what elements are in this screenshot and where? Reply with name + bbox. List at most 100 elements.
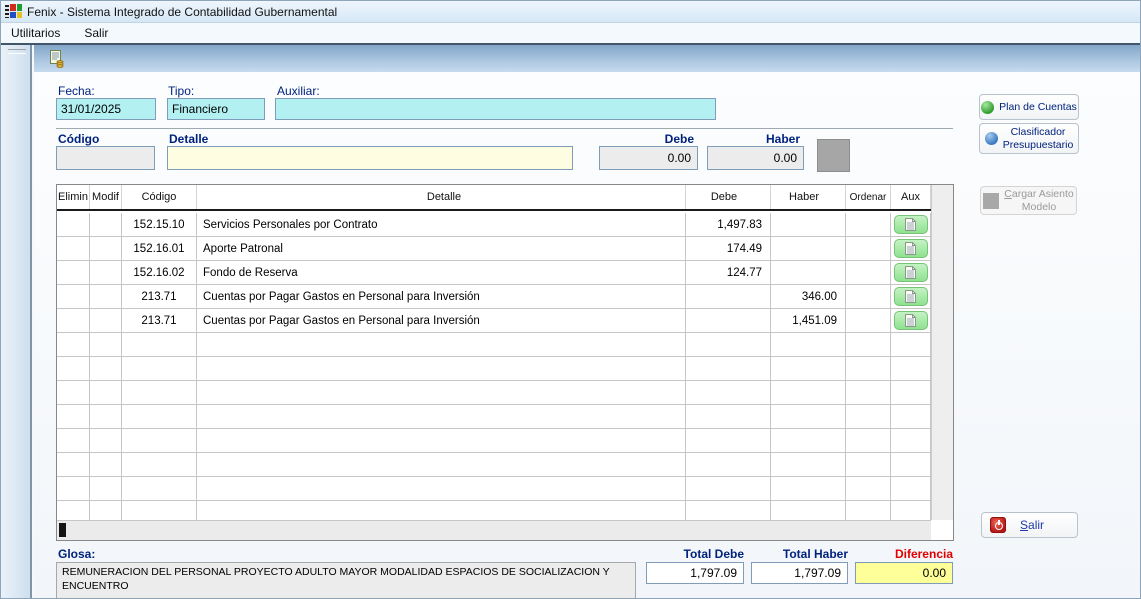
grid-header-ordenar[interactable]: Ordenar bbox=[846, 185, 891, 209]
aux-button[interactable] bbox=[894, 263, 928, 282]
cell-codigo: 152.16.01 bbox=[122, 237, 197, 260]
cell-modif bbox=[90, 477, 122, 500]
table-row[interactable]: 213.71Cuentas por Pagar Gastos en Person… bbox=[57, 285, 931, 309]
cell-modif bbox=[90, 429, 122, 452]
blank-action-button[interactable] bbox=[817, 139, 850, 172]
total-debe-field: 1,797.09 bbox=[646, 562, 744, 584]
table-row[interactable]: 152.16.01Aporte Patronal174.49 bbox=[57, 237, 931, 261]
vertical-scrollbar[interactable] bbox=[931, 185, 953, 520]
cell-haber bbox=[771, 405, 846, 428]
cell-haber bbox=[771, 261, 846, 284]
cell-modif bbox=[90, 501, 122, 520]
grid-header-modif[interactable]: Modif bbox=[90, 185, 122, 209]
auxiliar-input[interactable] bbox=[275, 98, 716, 120]
tipo-input[interactable]: Financiero bbox=[167, 98, 265, 120]
cell-modif bbox=[90, 213, 122, 236]
plan-de-cuentas-button[interactable]: Plan de Cuentas bbox=[979, 94, 1079, 120]
cell-haber bbox=[771, 333, 846, 356]
cell-detalle bbox=[197, 477, 686, 500]
new-document-button[interactable] bbox=[45, 48, 69, 69]
cell-codigo: 152.16.02 bbox=[122, 261, 197, 284]
table-row[interactable]: 152.15.10Servicios Personales por Contra… bbox=[57, 213, 931, 237]
grid-header-código[interactable]: Código bbox=[122, 185, 197, 209]
cell-modif bbox=[90, 261, 122, 284]
cell-debe: 174.49 bbox=[686, 237, 771, 260]
detalle-input[interactable] bbox=[167, 146, 573, 170]
cell-haber bbox=[771, 213, 846, 236]
cell-detalle bbox=[197, 405, 686, 428]
cell-elimin bbox=[57, 405, 90, 428]
green-sphere-icon bbox=[981, 101, 994, 114]
cell-debe bbox=[686, 285, 771, 308]
scrollbar-thumb[interactable] bbox=[59, 523, 66, 537]
diferencia-field: 0.00 bbox=[855, 562, 953, 584]
cell-elimin bbox=[57, 381, 90, 404]
horizontal-scrollbar[interactable] bbox=[57, 520, 931, 540]
haber-input[interactable]: 0.00 bbox=[707, 146, 804, 170]
grid-header-debe[interactable]: Debe bbox=[686, 185, 771, 209]
debe-label: Debe bbox=[599, 132, 694, 146]
clasificador-presupuestario-button[interactable]: Clasificador Presupuestario bbox=[979, 123, 1079, 154]
table-row bbox=[57, 333, 931, 357]
cell-ordenar bbox=[846, 501, 891, 520]
aux-button[interactable] bbox=[894, 287, 928, 306]
grid-header-aux[interactable]: Aux bbox=[891, 185, 931, 209]
cell-detalle: Aporte Patronal bbox=[197, 237, 686, 260]
tipo-label: Tipo: bbox=[168, 84, 194, 98]
fecha-input[interactable]: 31/01/2025 bbox=[56, 98, 156, 120]
glosa-textarea[interactable]: REMUNERACION DEL PERSONAL PROYECTO ADULT… bbox=[56, 562, 636, 599]
aux-document-icon bbox=[904, 313, 917, 328]
aux-button[interactable] bbox=[894, 311, 928, 330]
cell-aux bbox=[891, 333, 931, 356]
cell-codigo bbox=[122, 477, 197, 500]
cell-aux bbox=[891, 453, 931, 476]
aux-document-icon bbox=[904, 265, 917, 280]
cell-codigo bbox=[122, 333, 197, 356]
cell-aux bbox=[891, 261, 931, 284]
cell-elimin bbox=[57, 213, 90, 236]
grid-header-elimin[interactable]: Elimin bbox=[57, 185, 90, 209]
table-row[interactable]: 152.16.02Fondo de Reserva124.77 bbox=[57, 261, 931, 285]
haber-label: Haber bbox=[707, 132, 800, 146]
menu-salir[interactable]: Salir bbox=[82, 25, 110, 41]
debe-input[interactable]: 0.00 bbox=[599, 146, 698, 170]
cell-debe bbox=[686, 333, 771, 356]
grid-header-haber[interactable]: Haber bbox=[771, 185, 846, 209]
cell-elimin bbox=[57, 357, 90, 380]
salir-button[interactable]: Salir bbox=[981, 512, 1078, 538]
cell-elimin bbox=[57, 501, 90, 520]
cell-haber: 1,451.09 bbox=[771, 309, 846, 332]
cell-ordenar bbox=[846, 357, 891, 380]
table-row[interactable]: 213.71Cuentas por Pagar Gastos en Person… bbox=[57, 309, 931, 333]
total-debe-label: Total Debe bbox=[646, 547, 744, 561]
cell-modif bbox=[90, 333, 122, 356]
cell-aux bbox=[891, 501, 931, 520]
blue-sphere-icon bbox=[985, 132, 998, 145]
codigo-input[interactable] bbox=[56, 146, 155, 170]
form-divider bbox=[56, 128, 953, 129]
cargar-asiento-modelo-button: Cargar Asiento Modelo bbox=[980, 186, 1077, 215]
cell-elimin bbox=[57, 429, 90, 452]
cell-detalle bbox=[197, 453, 686, 476]
cell-detalle: Cuentas por Pagar Gastos en Personal par… bbox=[197, 309, 686, 332]
auxiliar-label: Auxiliar: bbox=[277, 84, 320, 98]
cell-ordenar bbox=[846, 333, 891, 356]
table-row bbox=[57, 405, 931, 429]
codigo-label: Código bbox=[58, 132, 99, 146]
left-splitter-panel[interactable] bbox=[1, 45, 32, 599]
cell-modif bbox=[90, 309, 122, 332]
cell-aux bbox=[891, 237, 931, 260]
cell-codigo: 213.71 bbox=[122, 309, 197, 332]
menu-utilitarios[interactable]: Utilitarios bbox=[9, 25, 62, 41]
aux-button[interactable] bbox=[894, 239, 928, 258]
cell-debe: 1,497.83 bbox=[686, 213, 771, 236]
splitter-grip-icon[interactable] bbox=[8, 49, 26, 54]
cell-haber bbox=[771, 381, 846, 404]
table-row bbox=[57, 381, 931, 405]
aux-button[interactable] bbox=[894, 215, 928, 234]
grid-header-detalle[interactable]: Detalle bbox=[197, 185, 686, 209]
cell-elimin bbox=[57, 261, 90, 284]
cell-debe bbox=[686, 477, 771, 500]
cell-detalle bbox=[197, 501, 686, 520]
cell-modif bbox=[90, 285, 122, 308]
